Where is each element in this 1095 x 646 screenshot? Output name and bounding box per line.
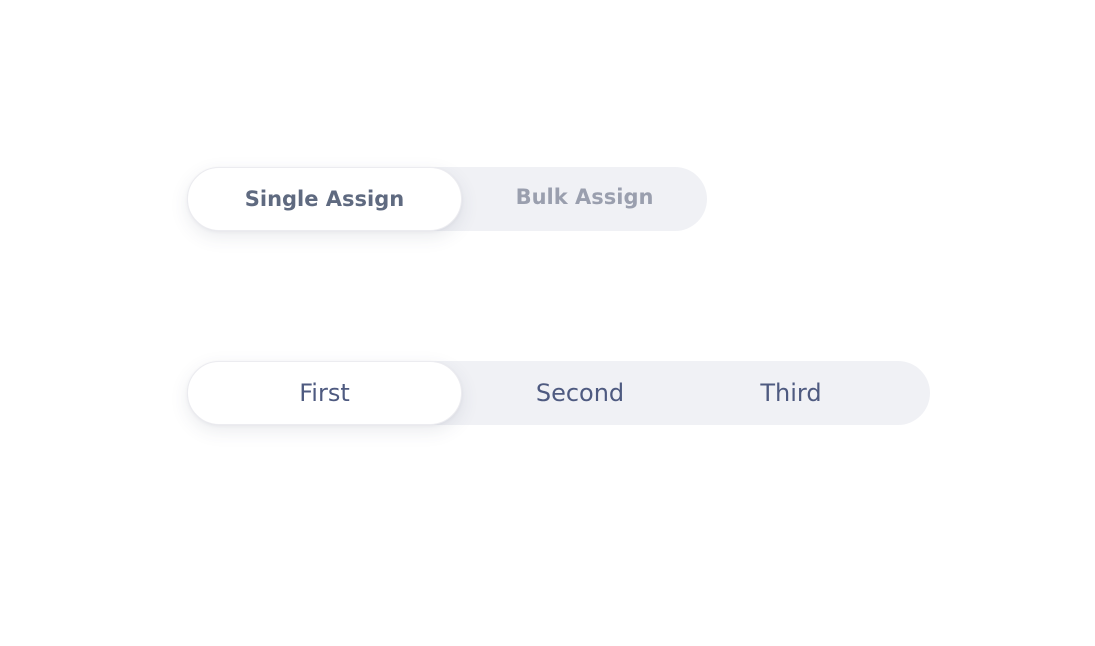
third-option[interactable]: Third <box>698 361 884 425</box>
second-option[interactable]: Second <box>462 361 698 425</box>
assign-mode-toggle: Single Assign Bulk Assign <box>187 167 707 231</box>
numbered-toggle: First Second Third <box>187 361 930 425</box>
first-option[interactable]: First <box>187 361 462 425</box>
canvas: Single Assign Bulk Assign First Second T… <box>0 0 1095 646</box>
single-assign-option[interactable]: Single Assign <box>187 167 462 231</box>
bulk-assign-option[interactable]: Bulk Assign <box>462 167 707 231</box>
